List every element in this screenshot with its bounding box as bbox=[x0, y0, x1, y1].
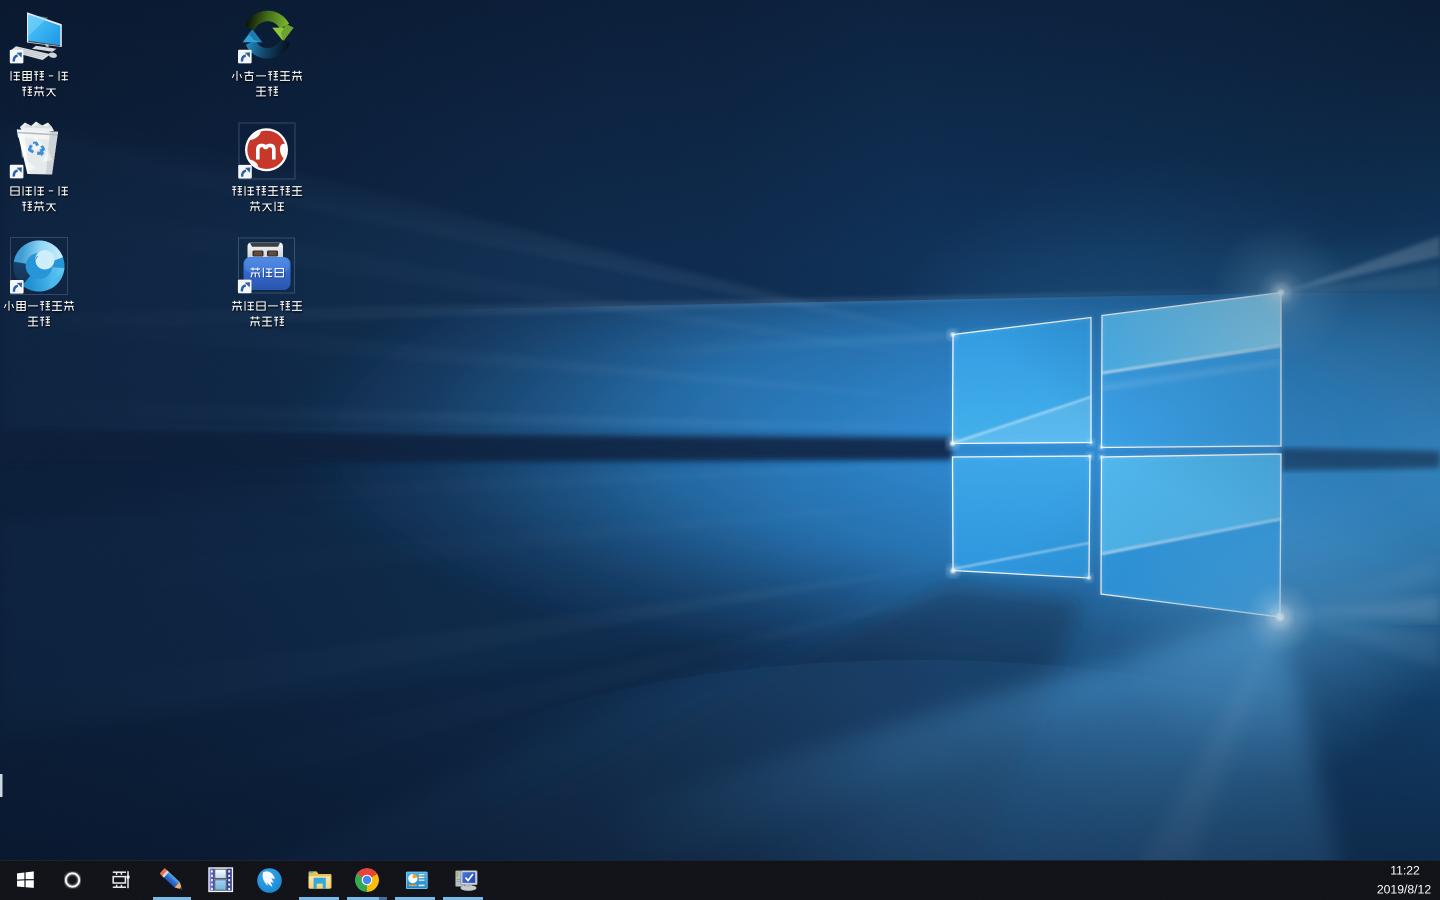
svg-text:2019/8/12: 2019/8/12 bbox=[1377, 882, 1431, 896]
svg-text:11:22: 11:22 bbox=[1390, 864, 1420, 878]
